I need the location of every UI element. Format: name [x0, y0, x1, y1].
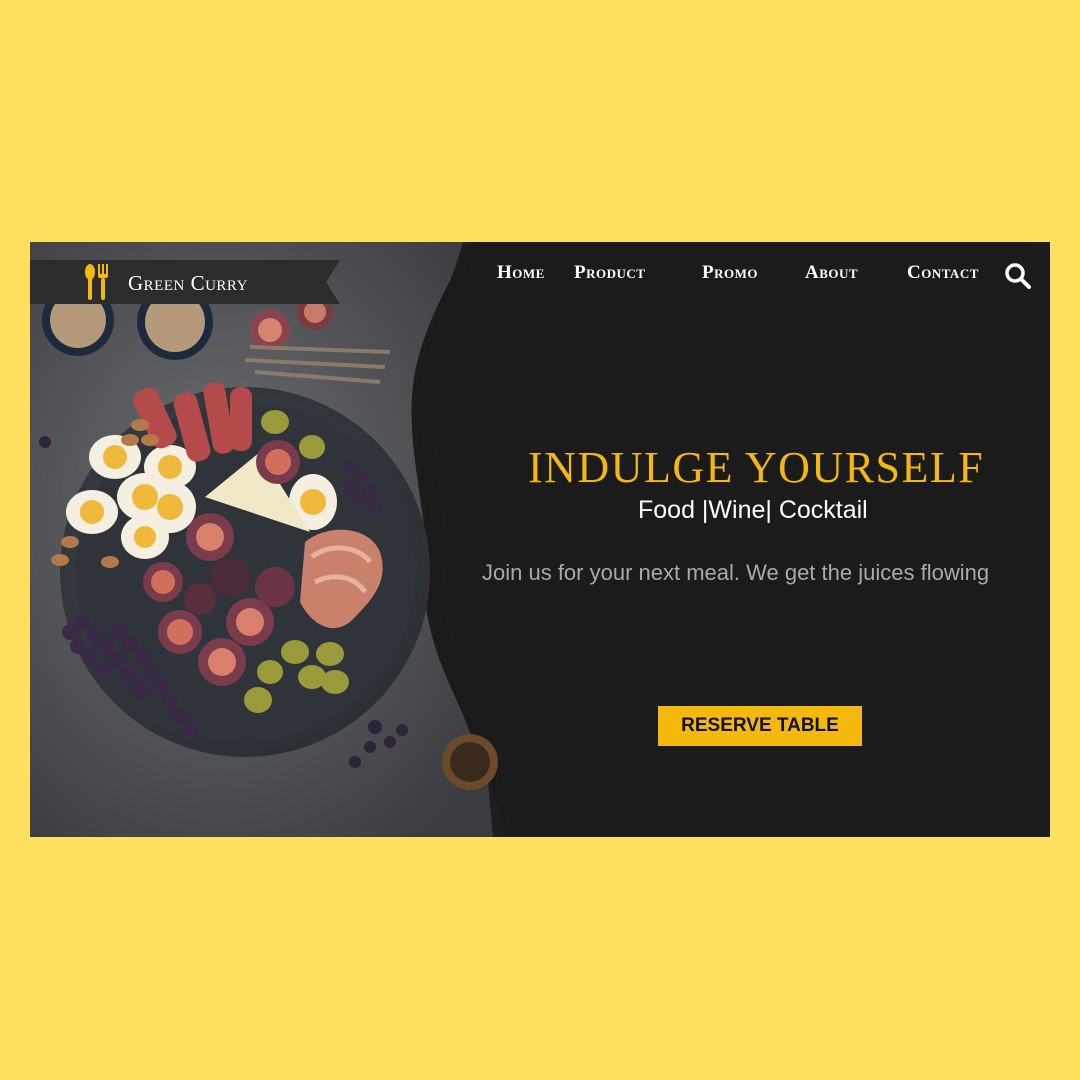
- reserve-table-button[interactable]: RESERVE TABLE: [658, 706, 862, 746]
- nav-about[interactable]: About: [805, 262, 858, 284]
- nav-contact[interactable]: Contact: [907, 262, 979, 284]
- main-nav: Home Product Promo About Contact: [497, 262, 1050, 292]
- brand-logo[interactable]: Green Curry: [30, 260, 340, 304]
- hero-tagline: Join us for your next meal. We get the j…: [482, 560, 990, 585]
- search-icon[interactable]: [1004, 262, 1032, 290]
- nav-promo[interactable]: Promo: [702, 262, 758, 284]
- hero-headline: INDULGE YOURSELF: [528, 443, 985, 492]
- hero-subhead: Food |Wine| Cocktail: [638, 496, 868, 524]
- nav-home[interactable]: Home: [497, 262, 545, 284]
- nav-product[interactable]: Product: [574, 262, 645, 284]
- food-platter-image: [30, 242, 550, 837]
- landing-page-frame: Green Curry Home Product Promo About Con…: [30, 242, 1050, 837]
- brand-name: Green Curry: [128, 271, 248, 295]
